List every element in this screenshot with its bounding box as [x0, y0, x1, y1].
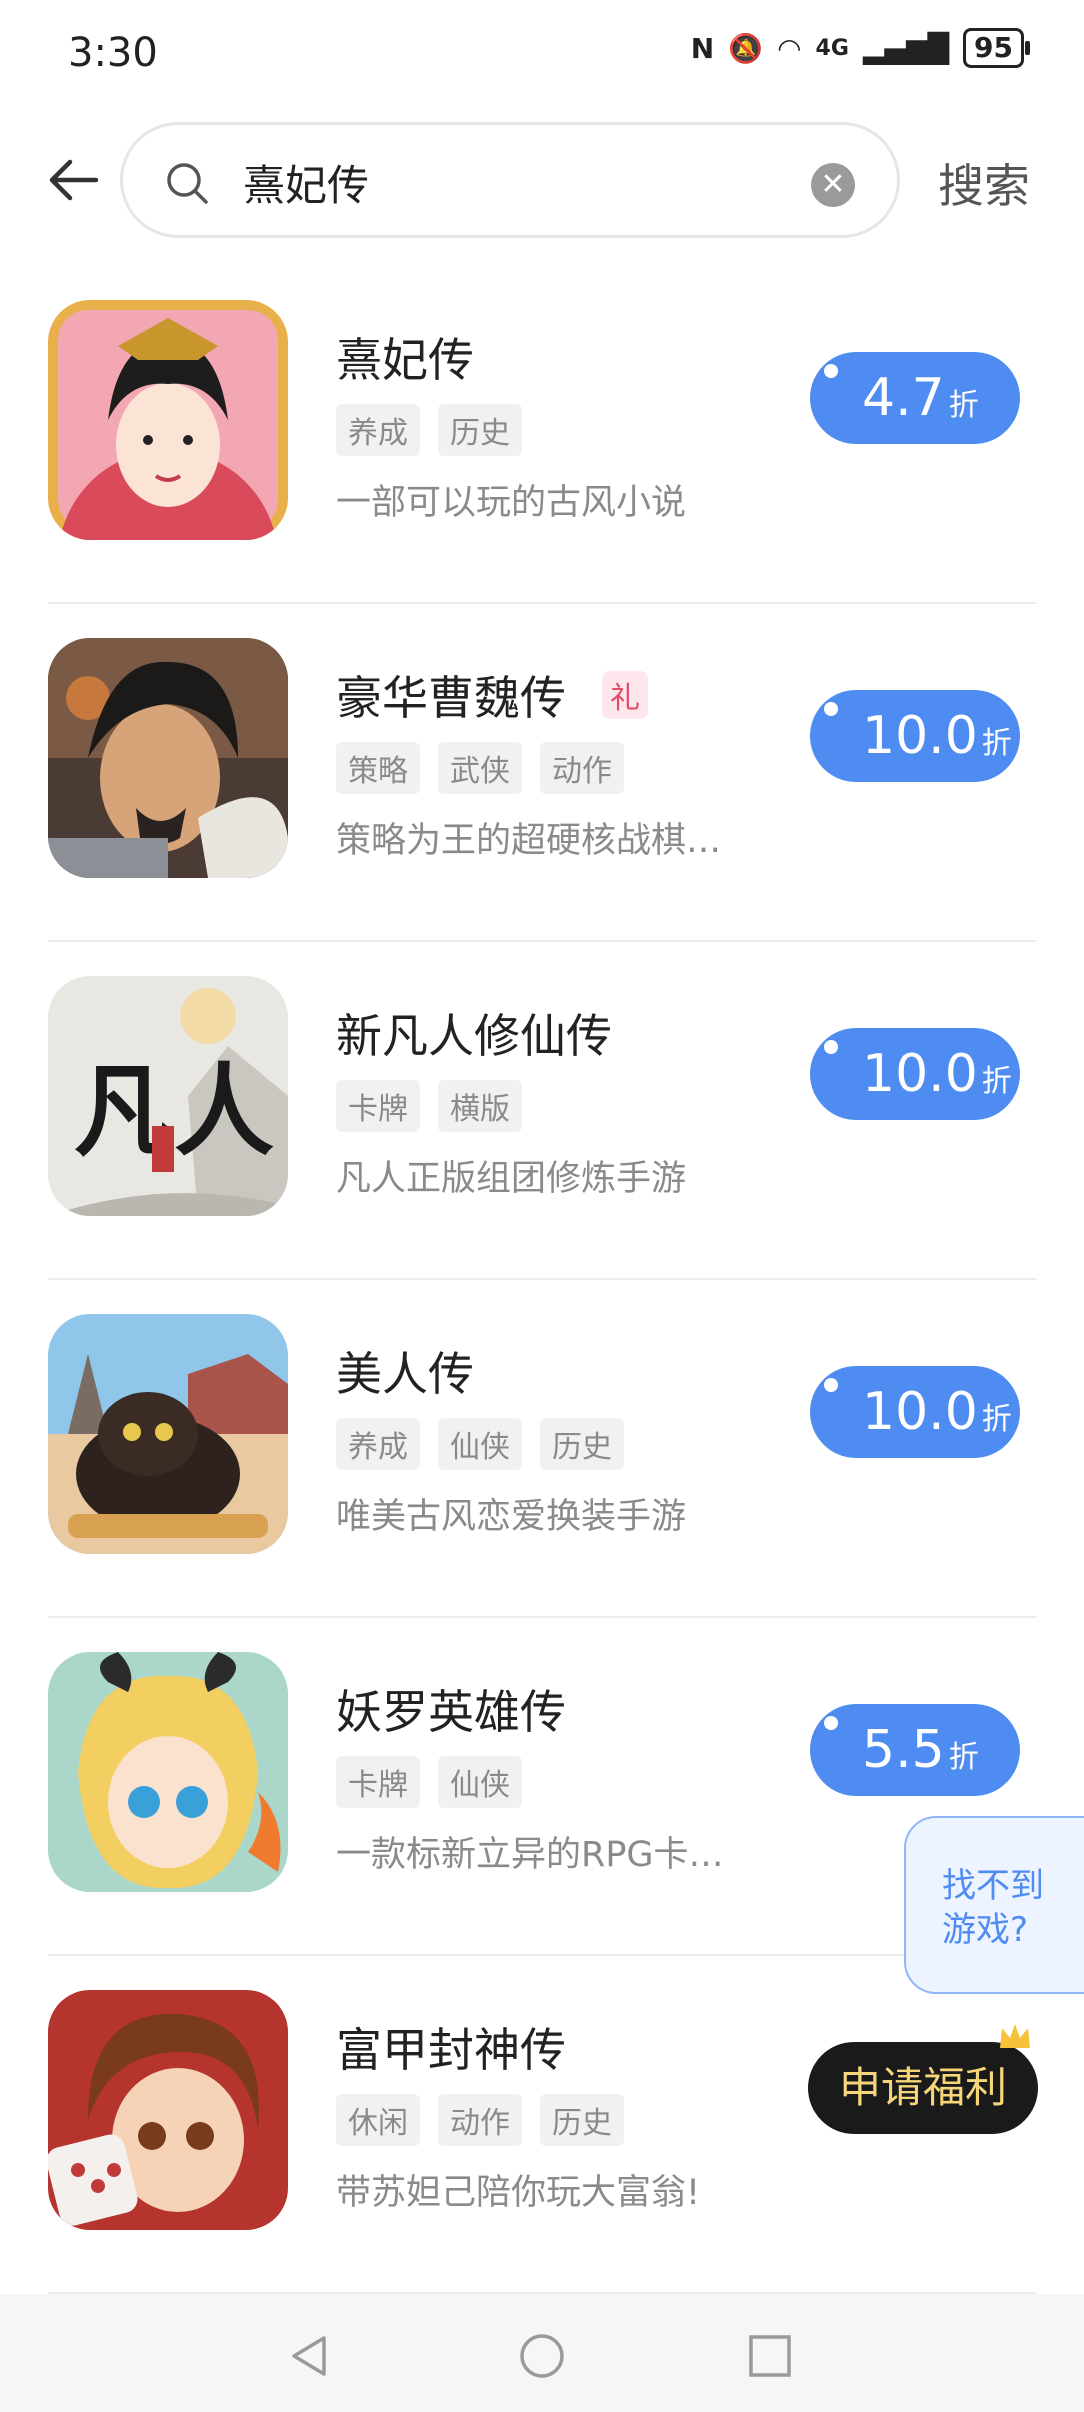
crown-icon: [1000, 2024, 1030, 2048]
search-box[interactable]: ✕: [120, 122, 900, 238]
cant-find-game-card[interactable]: 找不到 游戏?: [904, 1816, 1084, 1994]
tag-list: 养成 历史: [336, 404, 522, 456]
game-title: 新凡人修仙传: [336, 1009, 612, 1063]
back-arrow-icon[interactable]: [44, 150, 104, 210]
game-item[interactable]: 凡人 新凡人修仙传 卡牌 横版 凡人正版组团修炼手游 10.0 折: [48, 942, 1036, 1280]
discount-button[interactable]: 10.0 折: [810, 1028, 1020, 1120]
dot-icon: [824, 1716, 838, 1730]
status-bar: 3:30 N 🔕 ◠ 4G ▂▄▆█ 95: [0, 0, 1084, 110]
tag-list: 卡牌 仙侠: [336, 1756, 522, 1808]
game-icon: [48, 638, 288, 878]
tag: 历史: [540, 1418, 624, 1470]
discount-value: 10.0: [862, 1382, 978, 1442]
game-item[interactable]: 豪华曹魏传礼 策略 武侠 动作 策略为王的超硬核战棋… 10.0 折: [48, 604, 1036, 942]
dot-icon: [824, 1378, 838, 1392]
search-button[interactable]: 搜索: [938, 150, 1030, 216]
tag: 养成: [336, 404, 420, 456]
discount-button[interactable]: 5.5 折: [810, 1704, 1020, 1796]
discount-button[interactable]: 4.7 折: [810, 352, 1020, 444]
search-icon: [167, 163, 208, 204]
discount-unit: 折: [981, 1064, 1012, 1099]
tag: 历史: [438, 404, 522, 456]
game-icon: 凡人: [48, 976, 288, 1216]
cant-find-line2: 游戏?: [942, 1910, 1029, 1950]
game-title: 美人传: [336, 1347, 474, 1401]
game-title: 妖罗英雄传: [336, 1685, 566, 1739]
tag: 养成: [336, 1418, 420, 1470]
clear-icon[interactable]: ✕: [811, 163, 855, 207]
search-input[interactable]: [241, 151, 805, 213]
dot-icon: [824, 702, 838, 716]
signal-icon: ▂▄▆█: [862, 31, 950, 65]
discount-value: 10.0: [862, 1044, 978, 1104]
tag: 卡牌: [336, 1756, 420, 1808]
game-item[interactable]: 熹妃传 养成 历史 一部可以玩的古风小说 4.7 折: [48, 266, 1036, 604]
tag: 卡牌: [336, 1080, 420, 1132]
discount-value: 10.0: [862, 706, 978, 766]
tag: 策略: [336, 742, 420, 794]
tag: 动作: [438, 2094, 522, 2146]
game-title: 富甲封神传: [336, 2023, 566, 2077]
dot-icon: [824, 1040, 838, 1054]
tag: 休闲: [336, 2094, 420, 2146]
wifi-icon: ◠: [777, 31, 802, 65]
game-description: 一款标新立异的RPG卡…: [336, 1835, 724, 1875]
game-icon: [48, 1990, 288, 2230]
apply-benefit-button[interactable]: 申请福利: [808, 2024, 1038, 2134]
game-title-text: 豪华曹魏传: [336, 671, 566, 725]
game-description: 带苏妲己陪你玩大富翁!: [336, 2173, 701, 2213]
discount-button[interactable]: 10.0 折: [810, 1366, 1020, 1458]
nfc-icon: N: [690, 31, 715, 65]
system-nav-bar: [0, 2294, 1084, 2412]
game-item[interactable]: 妖罗英雄传 卡牌 仙侠 一款标新立异的RPG卡… 5.5 折: [48, 1618, 1036, 1956]
discount-unit: 折: [981, 726, 1012, 761]
tag: 仙侠: [438, 1418, 522, 1470]
status-time: 3:30: [68, 30, 158, 76]
game-icon: [48, 1652, 288, 1892]
nav-back-icon[interactable]: [286, 2332, 334, 2380]
discount-unit: 折: [948, 388, 979, 423]
cant-find-line1: 找不到: [942, 1866, 1044, 1906]
nav-recents-icon[interactable]: [746, 2332, 794, 2380]
discount-unit: 折: [981, 1402, 1012, 1437]
game-description: 策略为王的超硬核战棋…: [336, 821, 722, 861]
discount-button[interactable]: 10.0 折: [810, 690, 1020, 782]
tag: 仙侠: [438, 1756, 522, 1808]
tag-list: 卡牌 横版: [336, 1080, 522, 1132]
discount-value: 5.5: [862, 1720, 945, 1780]
battery-indicator: 95: [963, 28, 1030, 68]
game-description: 一部可以玩的古风小说: [336, 483, 687, 523]
game-title: 豪华曹魏传礼: [336, 662, 648, 728]
network-label: 4G: [815, 35, 849, 61]
tag: 横版: [438, 1080, 522, 1132]
tag-list: 休闲 动作 历史: [336, 2094, 624, 2146]
game-description: 唯美古风恋爱换装手游: [336, 1497, 687, 1537]
discount-unit: 折: [948, 1740, 979, 1775]
game-icon: [48, 300, 288, 540]
game-item[interactable]: 美人传 养成 仙侠 历史 唯美古风恋爱换装手游 10.0 折: [48, 1280, 1036, 1618]
discount-value: 4.7: [862, 368, 945, 428]
tag: 历史: [540, 2094, 624, 2146]
dot-icon: [824, 364, 838, 378]
tag: 武侠: [438, 742, 522, 794]
tag: 动作: [540, 742, 624, 794]
search-row: ✕ 搜索: [0, 120, 1084, 240]
apply-benefit-label: 申请福利: [838, 2063, 1007, 2112]
tag-list: 策略 武侠 动作: [336, 742, 624, 794]
tag-list: 养成 仙侠 历史: [336, 1418, 624, 1470]
nav-home-icon[interactable]: [518, 2332, 566, 2380]
game-description: 凡人正版组团修炼手游: [336, 1159, 687, 1199]
status-icons: N 🔕 ◠ 4G ▂▄▆█ 95: [690, 28, 1030, 68]
game-item[interactable]: 富甲封神传 休闲 动作 历史 带苏妲己陪你玩大富翁! 申请福利: [48, 1956, 1038, 2294]
game-title: 熹妃传: [336, 333, 474, 387]
gift-badge: 礼: [602, 671, 648, 719]
game-icon: [48, 1314, 288, 1554]
mute-icon: 🔕: [728, 31, 764, 65]
